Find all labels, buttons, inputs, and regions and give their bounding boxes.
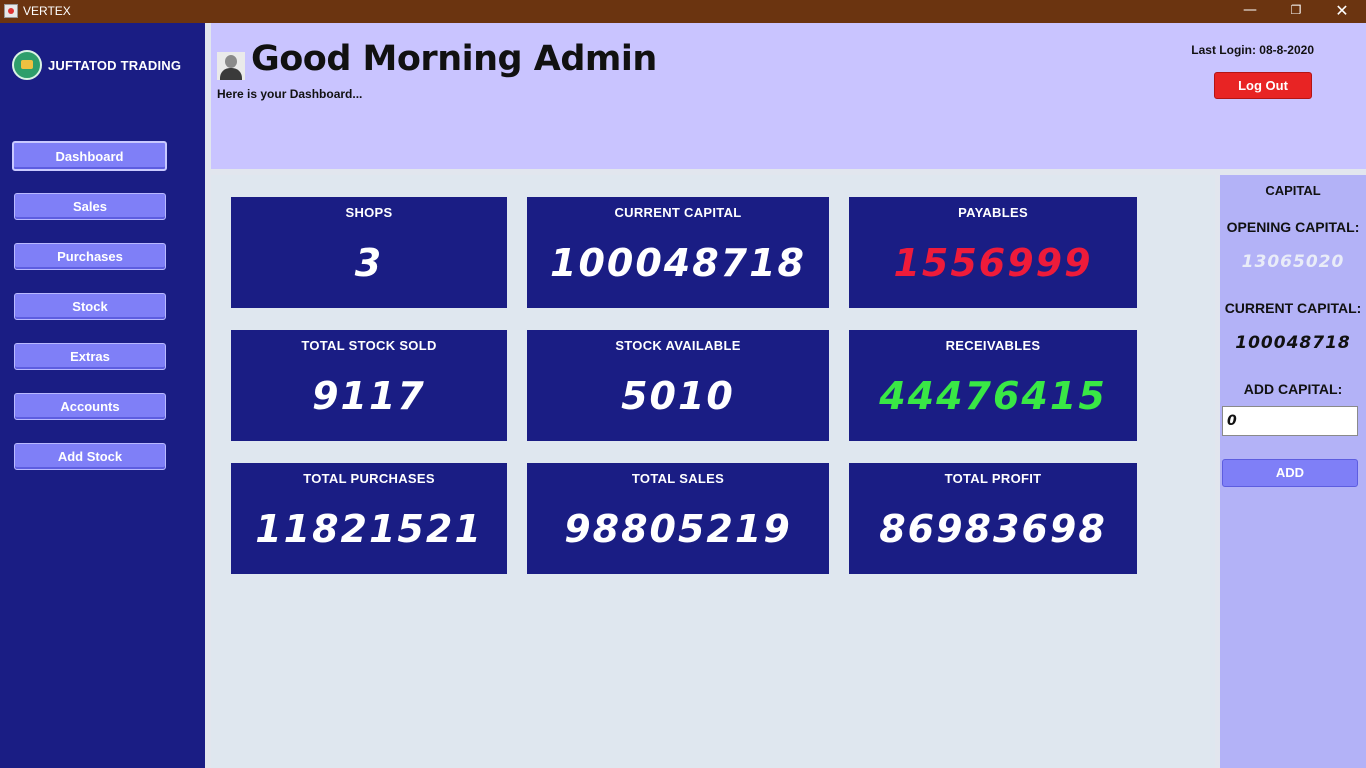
stat-card-payables: PAYABLES 1556999 — [849, 197, 1137, 308]
stat-card-receivables: RECEIVABLES 44476415 — [849, 330, 1137, 441]
stat-label: TOTAL SALES — [631, 471, 725, 486]
last-login: Last Login: 08-8-2020 — [1191, 43, 1314, 57]
sidebar-item-dashboard[interactable]: Dashboard — [12, 141, 167, 171]
stat-value: 44476415 — [879, 374, 1107, 418]
sidebar-item-accounts[interactable]: Accounts — [14, 393, 166, 420]
stat-label: RECEIVABLES — [945, 338, 1041, 353]
opening-capital-value: 13065020 — [1241, 252, 1345, 272]
add-capital-label: ADD CAPITAL: — [1243, 381, 1343, 397]
stat-value: 11821521 — [255, 507, 483, 551]
stat-value: 3 — [354, 241, 384, 285]
logout-button[interactable]: Log Out — [1214, 72, 1312, 99]
stat-value: 9117 — [312, 374, 426, 418]
sidebar-item-add-stock[interactable]: Add Stock — [14, 443, 166, 470]
brand-name: JUFTATOD TRADING — [48, 57, 182, 73]
sidebar-item-stock[interactable]: Stock — [14, 293, 166, 320]
greeting-title: Good Morning Admin — [251, 39, 657, 79]
add-capital-input[interactable] — [1222, 406, 1358, 436]
stat-label: TOTAL STOCK SOLD — [301, 338, 437, 353]
brand: JUFTATOD TRADING — [12, 50, 181, 80]
sidebar: JUFTATOD TRADING Dashboard Sales Purchas… — [0, 23, 205, 768]
stat-label: TOTAL PROFIT — [944, 471, 1042, 486]
header: Good Morning Admin Here is your Dashboar… — [211, 23, 1366, 169]
sidebar-item-extras[interactable]: Extras — [14, 343, 166, 370]
stat-label: PAYABLES — [958, 205, 1028, 220]
stat-card-current-capital: CURRENT CAPITAL 100048718 — [527, 197, 829, 308]
stat-label: SHOPS — [345, 205, 393, 220]
stat-label: STOCK AVAILABLE — [615, 338, 741, 353]
current-capital-label: CURRENT CAPITAL: — [1224, 300, 1362, 316]
stat-value: 86983698 — [879, 507, 1107, 551]
stat-card-total-stock-sold: TOTAL STOCK SOLD 9117 — [231, 330, 507, 441]
add-capital-button[interactable]: ADD — [1222, 459, 1358, 487]
admin-avatar-icon — [217, 52, 245, 80]
stat-label: CURRENT CAPITAL — [614, 205, 742, 220]
java-app-icon — [4, 4, 18, 18]
opening-capital-label: OPENING CAPITAL: — [1226, 219, 1360, 235]
stat-card-stock-available: STOCK AVAILABLE 5010 — [527, 330, 829, 441]
stat-card-total-purchases: TOTAL PURCHASES 11821521 — [231, 463, 507, 574]
stat-label: TOTAL PURCHASES — [303, 471, 435, 486]
stat-card-shops: SHOPS 3 — [231, 197, 507, 308]
title-bar: VERTEX — ❐ ✕ — [0, 0, 1366, 23]
stat-card-total-profit: TOTAL PROFIT 86983698 — [849, 463, 1137, 574]
capital-panel: CAPITAL OPENING CAPITAL: 13065020 CURREN… — [1220, 175, 1366, 768]
maximize-button[interactable]: ❐ — [1273, 0, 1319, 23]
store-logo-icon — [12, 50, 42, 80]
dashboard-main: SHOPS 3 CURRENT CAPITAL 100048718 PAYABL… — [211, 175, 1215, 768]
stat-card-total-sales: TOTAL SALES 98805219 — [527, 463, 829, 574]
dashboard-subtitle: Here is your Dashboard... — [217, 87, 363, 101]
capital-panel-title: CAPITAL — [1265, 183, 1321, 198]
close-button[interactable]: ✕ — [1319, 0, 1365, 23]
sidebar-item-purchases[interactable]: Purchases — [14, 243, 166, 270]
minimize-button[interactable]: — — [1227, 0, 1273, 23]
stat-value: 100048718 — [550, 241, 806, 285]
stat-value: 5010 — [621, 374, 735, 418]
stat-value: 1556999 — [893, 241, 1093, 285]
stat-value: 98805219 — [564, 507, 792, 551]
window-title: VERTEX — [23, 4, 71, 18]
sidebar-item-sales[interactable]: Sales — [14, 193, 166, 220]
current-capital-value: 100048718 — [1235, 333, 1351, 353]
